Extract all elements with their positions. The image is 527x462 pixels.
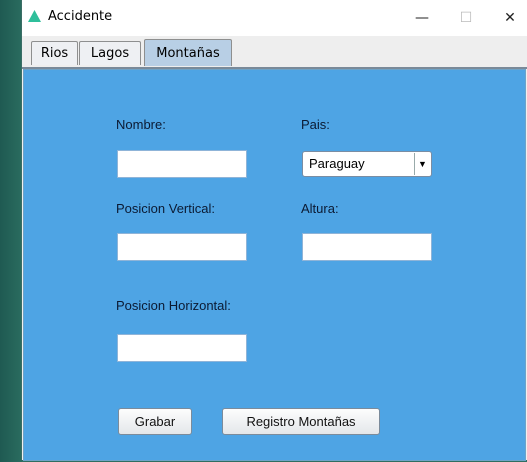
nombre-field[interactable]: [117, 150, 247, 178]
tab-bar: Rios Lagos Montañas: [22, 36, 527, 68]
posicion-vertical-field[interactable]: [117, 233, 247, 261]
pais-label: Pais:: [301, 117, 330, 132]
window-title: Accidente: [48, 9, 113, 24]
app-triangle-icon: [28, 10, 41, 22]
posicion-horizontal-label: Posicion Horizontal:: [116, 298, 231, 313]
close-button[interactable]: ✕: [490, 0, 527, 36]
tab-montanas[interactable]: Montañas: [144, 39, 232, 66]
dropdown-arrow-icon[interactable]: ▼: [414, 153, 430, 175]
maximize-button[interactable]: ☐: [446, 0, 486, 36]
tab-lagos[interactable]: Lagos: [79, 41, 141, 65]
minimize-button[interactable]: —: [402, 0, 442, 36]
nombre-label: Nombre:: [116, 117, 166, 132]
grabar-button[interactable]: Grabar: [118, 408, 192, 435]
desktop-background: [0, 0, 22, 462]
altura-field[interactable]: [302, 233, 432, 261]
pais-select[interactable]: Paraguay ▼: [302, 151, 432, 177]
tab-rios[interactable]: Rios: [31, 41, 78, 65]
posicion-vertical-label: Posicion Vertical:: [116, 201, 215, 216]
posicion-horizontal-field[interactable]: [117, 334, 247, 362]
montanas-panel: Nombre: Pais: Paraguay ▼ Posicion Vertic…: [23, 69, 526, 461]
registro-montanas-button[interactable]: Registro Montañas: [222, 408, 380, 435]
altura-label: Altura:: [301, 201, 339, 216]
title-bar: Accidente — ☐ ✕: [22, 0, 527, 36]
app-window: Accidente — ☐ ✕ Rios Lagos Montañas Nomb…: [21, 0, 527, 461]
pais-selected-value: Paraguay: [309, 156, 365, 171]
